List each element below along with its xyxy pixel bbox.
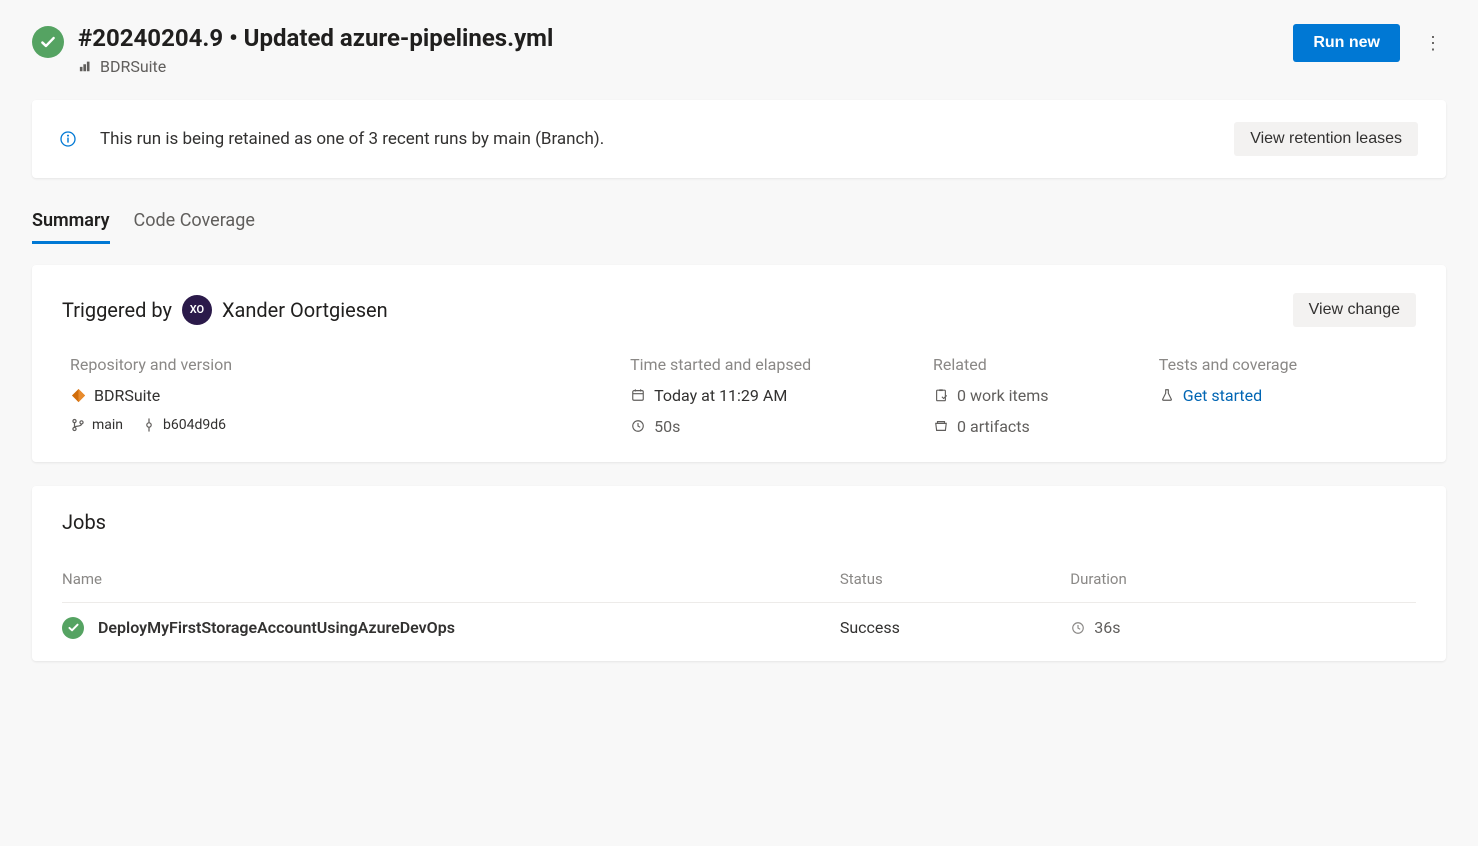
branch-link[interactable]: main	[70, 417, 123, 433]
repo-name: BDRSuite	[94, 386, 160, 405]
commit-link[interactable]: b604d9d6	[141, 417, 226, 433]
info-icon	[60, 131, 76, 147]
pipeline-subtitle[interactable]: BDRSuite	[78, 57, 553, 76]
clock-icon	[1070, 620, 1086, 636]
work-items-text: 0 work items	[957, 386, 1049, 405]
job-status: Success	[840, 618, 1070, 637]
job-name-cell: DeployMyFirstStorageAccountUsingAzureDev…	[62, 617, 840, 639]
run-new-button[interactable]: Run new	[1293, 24, 1400, 62]
work-items-row[interactable]: 0 work items	[933, 386, 1139, 405]
pipeline-icon	[78, 58, 94, 74]
triggered-prefix: Triggered by	[62, 298, 172, 322]
job-duration: 36s	[1094, 618, 1120, 637]
col-time: Time started and elapsed Today at 11:29 …	[630, 355, 913, 436]
col-header-name: Name	[62, 570, 840, 588]
time-started-row: Today at 11:29 AM	[630, 386, 913, 405]
title-stack: #20240204.9 • Updated azure-pipelines.ym…	[78, 24, 553, 76]
clock-icon	[630, 418, 646, 434]
tab-summary[interactable]: Summary	[32, 202, 110, 244]
job-row[interactable]: DeployMyFirstStorageAccountUsingAzureDev…	[62, 603, 1416, 653]
retention-left: This run is being retained as one of 3 r…	[60, 129, 604, 149]
col-header-status: Status	[840, 570, 1070, 588]
col-tests: Tests and coverage Get started	[1159, 355, 1416, 436]
header-right: Run new ⋮	[1293, 24, 1446, 62]
details-grid: Repository and version BDRSuite main	[62, 355, 1416, 436]
calendar-icon	[630, 387, 646, 403]
tests-row[interactable]: Get started	[1159, 386, 1416, 405]
flask-icon	[1159, 387, 1175, 403]
time-started: Today at 11:29 AM	[654, 386, 787, 405]
retention-card: This run is being retained as one of 3 r…	[32, 100, 1446, 178]
artifacts-row[interactable]: 0 artifacts	[933, 417, 1139, 436]
commit-icon	[141, 417, 157, 433]
jobs-title: Jobs	[62, 510, 1416, 534]
view-retention-button[interactable]: View retention leases	[1234, 122, 1418, 156]
elapsed-value: 50s	[654, 417, 680, 436]
col-related: Related 0 work items 0 artifacts	[933, 355, 1139, 436]
related-label: Related	[933, 355, 1139, 374]
repo-icon	[70, 387, 86, 403]
header-left: #20240204.9 • Updated azure-pipelines.ym…	[32, 24, 553, 76]
page-header: #20240204.9 • Updated azure-pipelines.ym…	[32, 24, 1446, 76]
branch-commit-row: main b604d9d6	[70, 417, 610, 433]
work-items-icon	[933, 387, 949, 403]
jobs-header-row: Name Status Duration	[62, 556, 1416, 603]
tab-code-coverage[interactable]: Code Coverage	[134, 202, 255, 244]
job-name: DeployMyFirstStorageAccountUsingAzureDev…	[98, 618, 455, 637]
jobs-card: Jobs Name Status Duration DeployMyFirstS…	[32, 486, 1446, 661]
artifacts-text: 0 artifacts	[957, 417, 1030, 436]
col-repo: Repository and version BDRSuite main	[70, 355, 610, 436]
user-avatar[interactable]: XO	[182, 295, 212, 325]
job-status-icon	[62, 617, 84, 639]
commit-hash: b604d9d6	[163, 417, 226, 433]
details-card: Triggered by XO Xander Oortgiesen View c…	[32, 265, 1446, 462]
jobs-table: Name Status Duration DeployMyFirstStorag…	[62, 556, 1416, 653]
repo-row[interactable]: BDRSuite	[70, 386, 610, 405]
tests-label: Tests and coverage	[1159, 355, 1416, 374]
view-change-button[interactable]: View change	[1293, 293, 1416, 327]
elapsed-row: 50s	[630, 417, 913, 436]
triggered-by: Triggered by XO Xander Oortgiesen	[62, 295, 388, 325]
run-title: #20240204.9 • Updated azure-pipelines.ym…	[78, 24, 553, 53]
run-status-icon	[32, 26, 64, 58]
tabs: Summary Code Coverage	[32, 202, 1446, 245]
triggered-row: Triggered by XO Xander Oortgiesen View c…	[62, 293, 1416, 327]
branch-icon	[70, 417, 86, 433]
time-label: Time started and elapsed	[630, 355, 913, 374]
more-actions-icon[interactable]: ⋮	[1420, 29, 1446, 58]
job-duration-cell: 36s	[1070, 618, 1416, 637]
tests-get-started-link[interactable]: Get started	[1183, 386, 1262, 405]
col-header-duration: Duration	[1070, 570, 1416, 588]
artifacts-icon	[933, 418, 949, 434]
repo-label: Repository and version	[70, 355, 610, 374]
branch-name: main	[92, 417, 123, 433]
retention-message: This run is being retained as one of 3 r…	[100, 129, 604, 149]
triggered-user-name[interactable]: Xander Oortgiesen	[222, 298, 388, 322]
pipeline-name: BDRSuite	[100, 57, 166, 76]
